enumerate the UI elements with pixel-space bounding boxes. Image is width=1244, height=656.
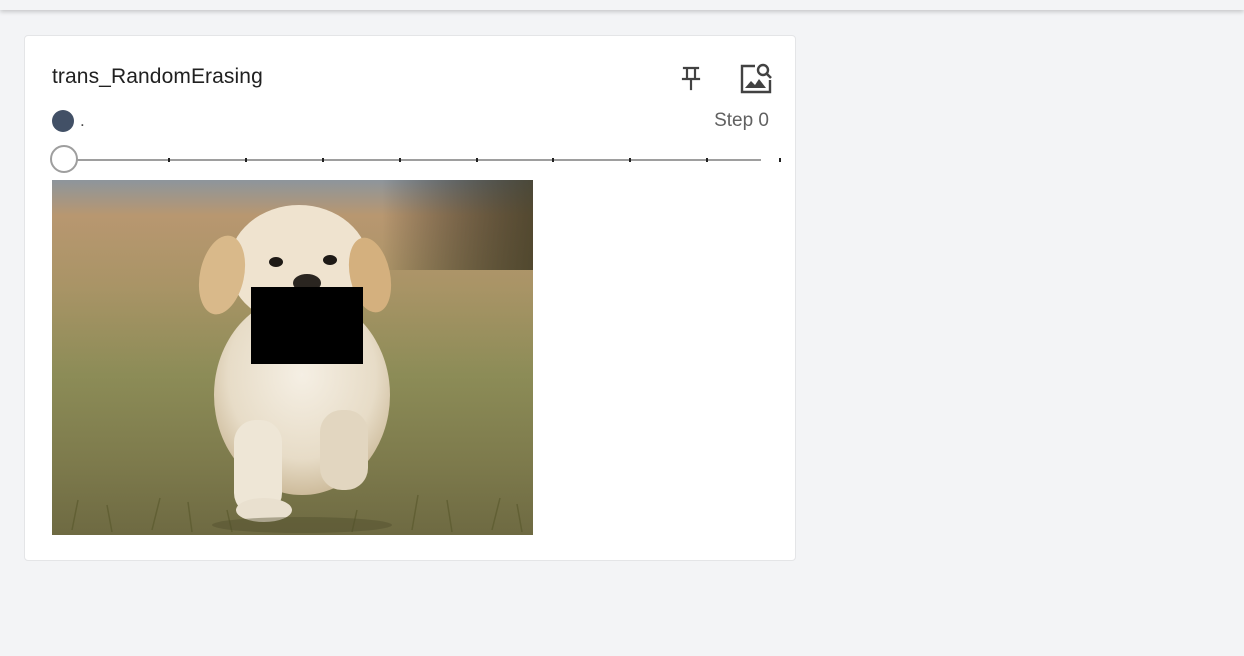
view-image-button[interactable] xyxy=(738,60,774,96)
slider-tick xyxy=(779,158,781,162)
step-label: Step 0 xyxy=(714,110,769,131)
slider-tick xyxy=(476,158,478,162)
image-card: trans_RandomErasing . Step 0 xyxy=(24,35,796,561)
slider-tick xyxy=(168,158,170,162)
run-name: . xyxy=(80,111,85,130)
slider-tick xyxy=(552,158,554,162)
pin-icon xyxy=(681,66,701,91)
slider-tick xyxy=(245,158,247,162)
erased-region xyxy=(251,287,363,364)
slider-tick xyxy=(322,158,324,162)
top-toolbar-shadow xyxy=(0,0,1244,10)
run-color-dot xyxy=(52,110,74,132)
slider-thumb[interactable] xyxy=(50,145,78,173)
sample-image xyxy=(52,180,533,535)
slider-tick xyxy=(706,158,708,162)
image-search-icon xyxy=(740,63,772,94)
slider-tick xyxy=(629,158,631,162)
run-legend: . xyxy=(52,109,85,133)
card-title: trans_RandomErasing xyxy=(52,65,263,88)
step-slider[interactable] xyxy=(49,144,781,176)
slider-tick xyxy=(399,158,401,162)
pin-button[interactable] xyxy=(673,60,709,96)
